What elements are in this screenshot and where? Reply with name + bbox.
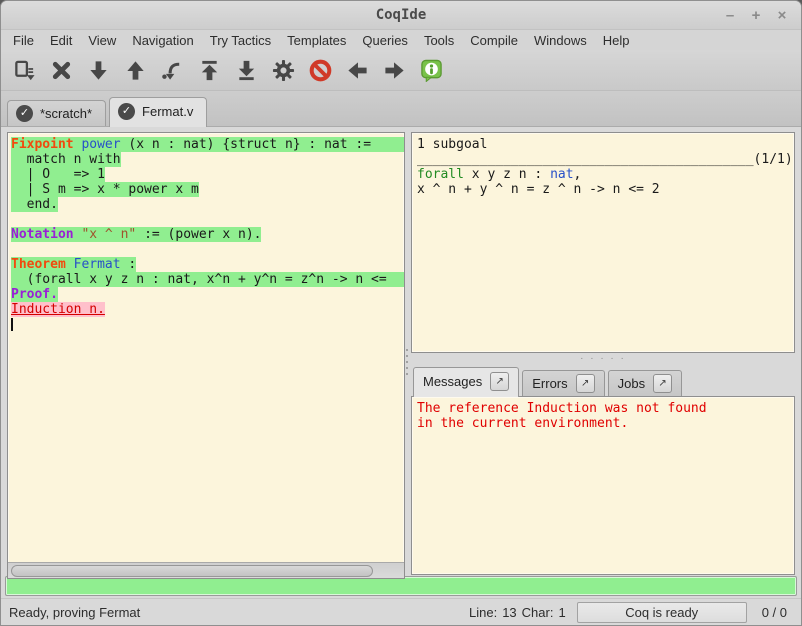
menu-windows[interactable]: Windows [526, 32, 595, 49]
coqide-window: CoqIde – + × FileEditViewNavigationTry T… [0, 0, 802, 626]
code-line: Induction n. [11, 302, 404, 317]
goto-cursor-icon[interactable] [157, 55, 187, 85]
menu-bar: FileEditViewNavigationTry TacticsTemplat… [1, 30, 801, 50]
menu-compile[interactable]: Compile [462, 32, 526, 49]
messages-pane: The reference Induction was not foundin … [411, 396, 795, 575]
document-down-icon[interactable] [9, 55, 39, 85]
tab-label: Jobs [618, 376, 645, 391]
window-controls: – + × [719, 5, 801, 25]
code-line: end. [11, 197, 404, 212]
coq-state-indicator: Coq is ready [577, 602, 747, 623]
menu-tools[interactable]: Tools [416, 32, 462, 49]
code-line [11, 317, 404, 332]
detach-icon[interactable]: ↗ [490, 372, 509, 391]
info-icon[interactable] [416, 55, 446, 85]
code-line: Theorem Fermat : [11, 257, 404, 272]
maximize-button[interactable]: + [745, 5, 767, 25]
menu-queries[interactable]: Queries [354, 32, 416, 49]
tab-label: Messages [423, 374, 482, 389]
status-right: Line: 13 Char: 1 Coq is ready 0 / 0 [469, 602, 793, 623]
tab-errors[interactable]: Errors ↗ [522, 370, 604, 396]
check-icon: ✓ [118, 103, 135, 120]
menu-try-tactics[interactable]: Try Tactics [202, 32, 279, 49]
down-arrow-icon[interactable] [83, 55, 113, 85]
close-button[interactable]: × [771, 5, 793, 25]
window-title: CoqIde [1, 7, 801, 23]
script-editor[interactable]: Fixpoint power (x n : nat) {struct n} : … [8, 133, 404, 562]
tab--scratch-[interactable]: ✓ *scratch* [7, 100, 106, 126]
message-line: The reference Induction was not found [417, 401, 789, 416]
code-line [11, 242, 404, 257]
code-line: | O => 1 [11, 167, 404, 182]
menu-help[interactable]: Help [595, 32, 638, 49]
line-label: Line: [469, 605, 497, 620]
menu-view[interactable]: View [80, 32, 124, 49]
goal-text: 1 subgoal_______________________________… [412, 133, 794, 201]
goal-pane: 1 subgoal_______________________________… [411, 132, 795, 353]
progress-bar [5, 576, 797, 596]
goal-line: x ^ n + y ^ n = z ^ n -> n <= 2 [417, 182, 789, 197]
status-bar: Ready, proving Fermat Line: 13 Char: 1 C… [1, 598, 801, 625]
right-arrow-icon[interactable] [379, 55, 409, 85]
tab-jobs[interactable]: Jobs ↗ [608, 370, 682, 396]
left-arrow-icon[interactable] [342, 55, 372, 85]
horizontal-splitter-handle[interactable]: · · · · · [411, 355, 795, 363]
message-text: The reference Induction was not foundin … [412, 397, 794, 435]
menu-edit[interactable]: Edit [42, 32, 80, 49]
editor-hscrollbar[interactable] [8, 562, 404, 578]
goto-end-icon[interactable] [231, 55, 261, 85]
code-line: Proof. [11, 287, 404, 302]
stop-icon[interactable] [305, 55, 335, 85]
goto-start-icon[interactable] [194, 55, 224, 85]
detach-icon[interactable]: ↗ [653, 374, 672, 393]
menu-templates[interactable]: Templates [279, 32, 354, 49]
messages-notebook: Messages ↗ Errors ↗ Jobs ↗ The reference Indu… [411, 365, 795, 575]
tab-fermat-v[interactable]: ✓ Fermat.v [109, 97, 207, 127]
menu-navigation[interactable]: Navigation [124, 32, 201, 49]
code-line: Notation "x ^ n" := (power x n). [11, 227, 404, 242]
titlebar: CoqIde – + × [1, 1, 801, 30]
tab-label: Errors [532, 376, 567, 391]
code-line: | S m => x * power x m [11, 182, 404, 197]
check-icon: ✓ [16, 105, 33, 122]
tab-messages[interactable]: Messages ↗ [413, 367, 519, 397]
editor-hscrollbar-thumb[interactable] [11, 565, 373, 577]
tab-label: *scratch* [40, 106, 92, 121]
code-line: Fixpoint power (x n : nat) {struct n} : … [11, 137, 404, 152]
status-message: Ready, proving Fermat [9, 605, 140, 620]
goal-line: ________________________________________… [417, 152, 789, 167]
gear-icon[interactable] [268, 55, 298, 85]
messages-tab-bar: Messages ↗ Errors ↗ Jobs ↗ [411, 365, 795, 396]
message-line: in the current environment. [417, 416, 789, 431]
tab-label: Fermat.v [142, 104, 193, 119]
detach-icon[interactable]: ↗ [576, 374, 595, 393]
text-caret [11, 318, 13, 331]
editor-tab-strip: ✓ *scratch* ✓ Fermat.v [1, 91, 801, 127]
toolbar [1, 50, 801, 91]
vertical-splitter-handle[interactable] [403, 327, 411, 397]
up-arrow-icon[interactable] [120, 55, 150, 85]
char-value: 1 [558, 605, 565, 620]
close-x-icon[interactable] [46, 55, 76, 85]
goal-line: forall x y z n : nat, [417, 167, 789, 182]
goal-line: 1 subgoal [417, 137, 789, 152]
char-label: Char: [522, 605, 554, 620]
code-line [11, 212, 404, 227]
menu-file[interactable]: File [5, 32, 42, 49]
minimize-button[interactable]: – [719, 5, 741, 25]
code-line: (forall x y z n : nat, x^n + y^n = z^n -… [11, 272, 404, 287]
line-value: 13 [502, 605, 516, 620]
code-line: match n with [11, 152, 404, 167]
job-count: 0 / 0 [762, 605, 787, 620]
script-editor-pane: Fixpoint power (x n : nat) {struct n} : … [7, 132, 405, 579]
main-split-area: Fixpoint power (x n : nat) {struct n} : … [1, 127, 801, 573]
